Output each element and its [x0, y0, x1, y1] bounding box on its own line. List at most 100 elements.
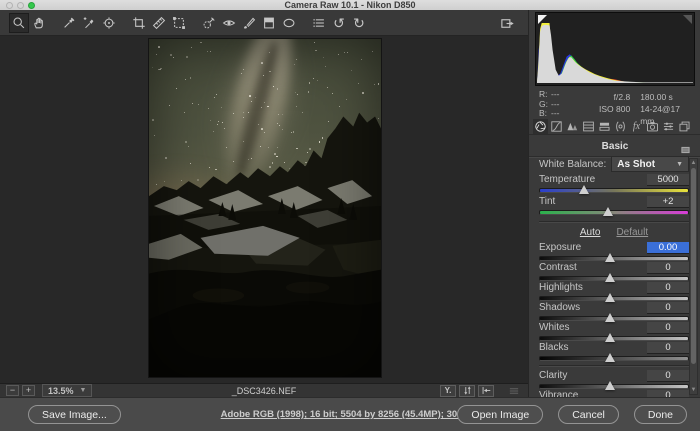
slider-temperature: Temperature5000 — [539, 174, 689, 196]
tab-lens-corrections-icon[interactable] — [613, 119, 628, 134]
tab-tone-curve-icon[interactable] — [549, 119, 564, 134]
spot-removal-icon[interactable] — [200, 14, 218, 32]
rotate-left-icon[interactable]: ↺ — [330, 14, 348, 32]
white-balance-label: White Balance: — [539, 159, 606, 170]
slider-thumb-whites[interactable] — [605, 333, 615, 342]
slider-value-temperature[interactable]: 5000 — [647, 174, 689, 186]
slider-label-whites: Whites — [539, 322, 647, 333]
tab-hsl-grayscale-icon[interactable] — [581, 119, 596, 134]
scrollbar-thumb[interactable] — [691, 168, 696, 364]
hand-icon[interactable] — [30, 14, 48, 32]
slider-value-whites[interactable]: 0 — [647, 322, 689, 334]
radial-filter-icon[interactable] — [280, 14, 298, 32]
tab-snapshots-icon[interactable] — [677, 119, 692, 134]
slider-thumb-clarity[interactable] — [605, 381, 615, 390]
slider-thumb-temperature[interactable] — [579, 185, 589, 194]
tab-camera-calibration-icon[interactable] — [645, 119, 660, 134]
slider-track-exposure[interactable] — [539, 256, 689, 261]
slider-thumb-blacks[interactable] — [605, 353, 615, 362]
slider-thumb-contrast[interactable] — [605, 273, 615, 282]
auto-link[interactable]: Auto — [580, 227, 601, 238]
tab-detail-icon[interactable] — [565, 119, 580, 134]
adjustment-brush-icon[interactable] — [240, 14, 258, 32]
chevron-down-icon: ▼ — [676, 161, 683, 168]
white-balance-icon[interactable] — [60, 14, 78, 32]
tab-basic-icon[interactable] — [533, 119, 548, 134]
slider-label-contrast: Contrast — [539, 262, 647, 273]
slider-track-tint[interactable] — [539, 210, 689, 215]
slider-value-vibrance[interactable]: 0 — [647, 390, 689, 398]
cancel-button[interactable]: Cancel — [558, 405, 619, 424]
slider-clarity: Clarity0 — [539, 370, 689, 390]
open-image-button[interactable]: Open Image — [457, 405, 543, 424]
slider-whites: Whites0 — [539, 322, 689, 342]
slider-label-exposure: Exposure — [539, 242, 647, 253]
footer-bar: Save Image... Adobe RGB (1998); 16 bit; … — [0, 397, 700, 431]
tab-presets-icon[interactable] — [661, 119, 676, 134]
slider-value-shadows[interactable]: 0 — [647, 302, 689, 314]
straighten-icon[interactable] — [150, 14, 168, 32]
color-sampler-icon[interactable] — [80, 14, 98, 32]
transform-icon[interactable] — [170, 14, 188, 32]
tab-effects-icon[interactable]: fx — [629, 119, 644, 134]
tab-split-toning-icon[interactable] — [597, 119, 612, 134]
adjustments-panel: R:---G:---B:--- f/2.8 180.00 s ISO 800 1… — [528, 10, 700, 397]
histogram[interactable] — [535, 12, 695, 86]
slider-value-contrast[interactable]: 0 — [647, 262, 689, 274]
slider-track-whites[interactable] — [539, 336, 689, 341]
slider-thumb-exposure[interactable] — [605, 253, 615, 262]
slider-shadows: Shadows0 — [539, 302, 689, 322]
scroll-down-icon[interactable]: ▼ — [690, 386, 697, 394]
shadow-clipping-indicator[interactable] — [538, 15, 547, 24]
slider-label-shadows: Shadows — [539, 302, 647, 313]
red-eye-icon[interactable] — [220, 14, 238, 32]
slider-value-exposure[interactable]: 0.00 — [647, 242, 689, 254]
slider-label-temperature: Temperature — [539, 174, 647, 185]
slider-tint: Tint+2 — [539, 196, 689, 218]
slider-thumb-shadows[interactable] — [605, 313, 615, 322]
copy-settings-button[interactable] — [478, 385, 494, 397]
slider-track-clarity[interactable] — [539, 384, 689, 389]
targeted-adjustment-icon[interactable] — [100, 14, 118, 32]
camera-raw-window: Camera Raw 10.1 - Nikon D850 ↺↻ — [0, 0, 700, 431]
white-balance-select[interactable]: As Shot ▼ — [611, 156, 689, 172]
crop-icon[interactable] — [130, 14, 148, 32]
slider-value-blacks[interactable]: 0 — [647, 342, 689, 354]
photo-vignette — [149, 39, 381, 377]
toolbar: ↺↻ — [0, 10, 528, 36]
slider-thumb-highlights[interactable] — [605, 293, 615, 302]
fullscreen-toggle-icon[interactable] — [498, 14, 516, 32]
slider-track-blacks[interactable] — [539, 356, 689, 361]
image-info: R:---G:---B:--- f/2.8 180.00 s ISO 800 1… — [537, 90, 695, 118]
scroll-up-icon[interactable]: ▲ — [690, 159, 697, 167]
white-balance-value: As Shot — [617, 159, 655, 170]
slider-track-highlights[interactable] — [539, 296, 689, 301]
shutter-value: 180.00 s — [640, 91, 695, 103]
slider-value-tint[interactable]: +2 — [647, 196, 689, 208]
slider-thumb-tint[interactable] — [603, 207, 613, 216]
panel-scrollbar[interactable]: ▲ ▼ — [689, 158, 698, 395]
slider-blacks: Blacks0 — [539, 342, 689, 362]
slider-track-contrast[interactable] — [539, 276, 689, 281]
slider-contrast: Contrast0 — [539, 262, 689, 282]
done-button[interactable]: Done — [634, 405, 687, 424]
image-preview-area[interactable] — [0, 36, 528, 383]
graduated-filter-icon[interactable] — [260, 14, 278, 32]
slider-value-highlights[interactable]: 0 — [647, 282, 689, 294]
preview-bottom-bar: − + 13.5% ▼ _DSC3426.NEF Y. — [0, 383, 528, 397]
rotate-right-icon[interactable]: ↻ — [350, 14, 368, 32]
slider-track-shadows[interactable] — [539, 316, 689, 321]
swap-before-after-button[interactable] — [459, 385, 475, 397]
slider-track-temperature[interactable] — [539, 188, 689, 193]
photo-preview[interactable] — [148, 38, 382, 378]
titlebar: Camera Raw 10.1 - Nikon D850 — [0, 0, 700, 10]
default-link[interactable]: Default — [616, 227, 648, 238]
slider-value-clarity[interactable]: 0 — [647, 370, 689, 382]
preferences-icon[interactable] — [310, 14, 328, 32]
slider-label-clarity: Clarity — [539, 370, 647, 381]
panel-tabs: fx — [533, 118, 697, 134]
preview-settings-menu-icon — [506, 385, 522, 397]
zoom-icon[interactable] — [10, 14, 28, 32]
highlight-clipping-indicator[interactable] — [683, 15, 692, 24]
before-after-y-button[interactable]: Y. — [440, 385, 456, 397]
